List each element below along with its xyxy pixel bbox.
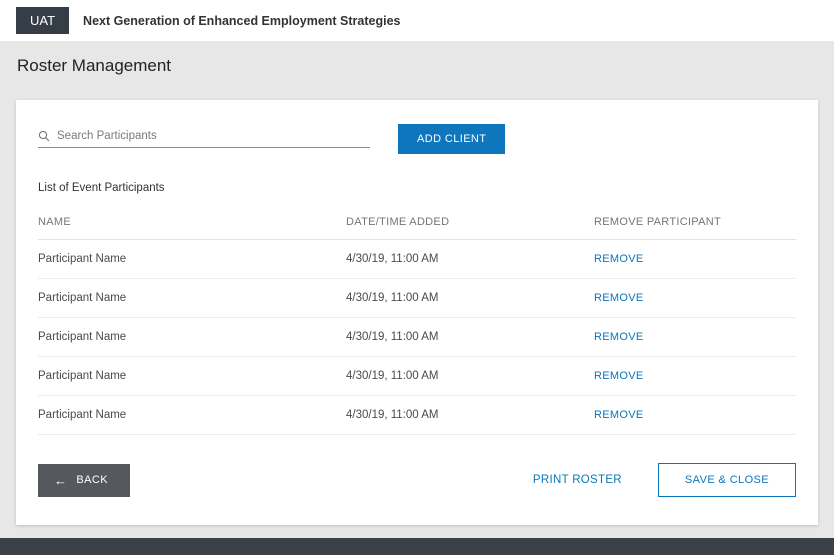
search-icon [38,130,50,142]
print-roster-link[interactable]: PRINT ROSTER [533,474,622,486]
remove-link[interactable]: REMOVE [594,409,643,421]
add-client-button[interactable]: ADD CLIENT [398,124,505,154]
arrow-left-icon: ← [54,474,67,487]
participant-datetime: 4/30/19, 11:00 AM [346,331,594,343]
table-row: Participant Name 4/30/19, 11:00 AM REMOV… [38,318,796,357]
bottom-bar [0,538,834,555]
participant-name: Participant Name [38,409,346,421]
participant-name: Participant Name [38,331,346,343]
participant-datetime: 4/30/19, 11:00 AM [346,292,594,304]
participant-datetime: 4/30/19, 11:00 AM [346,370,594,382]
participant-datetime: 4/30/19, 11:00 AM [346,409,594,421]
back-button[interactable]: ← BACK [38,464,130,497]
table-row: Participant Name 4/30/19, 11:00 AM REMOV… [38,357,796,396]
participant-name: Participant Name [38,292,346,304]
column-header-name: NAME [38,216,346,228]
table-row: Participant Name 4/30/19, 11:00 AM REMOV… [38,279,796,318]
list-label: List of Event Participants [38,182,796,194]
column-header-remove: REMOVE PARTICIPANT [594,216,796,228]
participants-table: NAME DATE/TIME ADDED REMOVE PARTICIPANT … [38,206,796,435]
table-row: Participant Name 4/30/19, 11:00 AM REMOV… [38,396,796,435]
app-title: Next Generation of Enhanced Employment S… [83,14,400,28]
footer-actions: PRINT ROSTER SAVE & CLOSE [533,463,796,497]
participant-name: Participant Name [38,370,346,382]
search-input[interactable] [57,130,370,142]
remove-link[interactable]: REMOVE [594,331,643,343]
environment-badge: UAT [16,7,69,34]
toolbar: ADD CLIENT [38,124,796,154]
remove-link[interactable]: REMOVE [594,292,643,304]
search-box[interactable] [38,130,370,148]
remove-link[interactable]: REMOVE [594,253,643,265]
card-footer: ← BACK PRINT ROSTER SAVE & CLOSE [38,463,796,497]
page-title: Roster Management [17,56,834,76]
roster-card: ADD CLIENT List of Event Participants NA… [16,100,818,525]
participant-datetime: 4/30/19, 11:00 AM [346,253,594,265]
table-header-row: NAME DATE/TIME ADDED REMOVE PARTICIPANT [38,206,796,240]
app-header: UAT Next Generation of Enhanced Employme… [0,0,834,41]
table-row: Participant Name 4/30/19, 11:00 AM REMOV… [38,240,796,279]
save-close-button[interactable]: SAVE & CLOSE [658,463,796,497]
back-button-label: BACK [76,474,108,486]
participant-name: Participant Name [38,253,346,265]
remove-link[interactable]: REMOVE [594,370,643,382]
column-header-datetime: DATE/TIME ADDED [346,216,594,228]
